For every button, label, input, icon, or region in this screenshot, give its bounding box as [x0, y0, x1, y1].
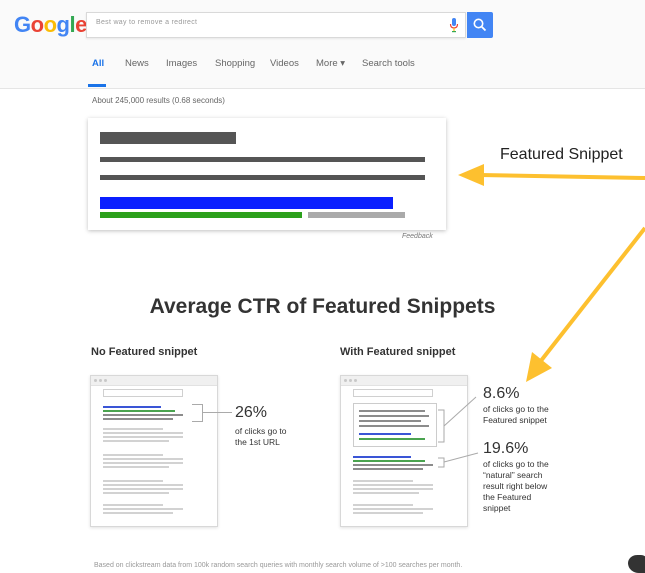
ctr-no-snippet-desc: of clicks go to the 1st URL	[235, 426, 287, 447]
ctr-natural-result-pct: 19.6%	[483, 440, 529, 457]
browser-mockup-no-snippet	[90, 375, 218, 527]
arrow-to-snippet	[458, 164, 645, 186]
no-snippet-heading: No Featured snippet	[91, 346, 198, 358]
mockup-titlebar	[91, 376, 217, 386]
data-source-footnote: Based on clickstream data from 100k rand…	[94, 562, 463, 569]
corner-graphic	[628, 555, 645, 573]
connector-line	[202, 412, 232, 413]
connector-lines-right	[438, 396, 479, 468]
mockup-featured-snippet-box	[353, 403, 437, 447]
bracket-first-result	[192, 404, 203, 422]
mockup-search-bar	[353, 389, 433, 397]
mockup-search-bar	[103, 389, 183, 397]
with-snippet-heading: With Featured snippet	[340, 346, 456, 358]
ctr-featured-snippet-pct: 8.6%	[483, 385, 520, 402]
ctr-featured-snippet-desc: of clicks go to the Featured snippet	[483, 404, 549, 425]
ctr-natural-result-desc: of clicks go to the “natural” search res…	[483, 459, 549, 513]
ctr-no-snippet-pct: 26%	[235, 404, 268, 421]
infographic-title: Average CTR of Featured Snippets	[149, 295, 496, 318]
